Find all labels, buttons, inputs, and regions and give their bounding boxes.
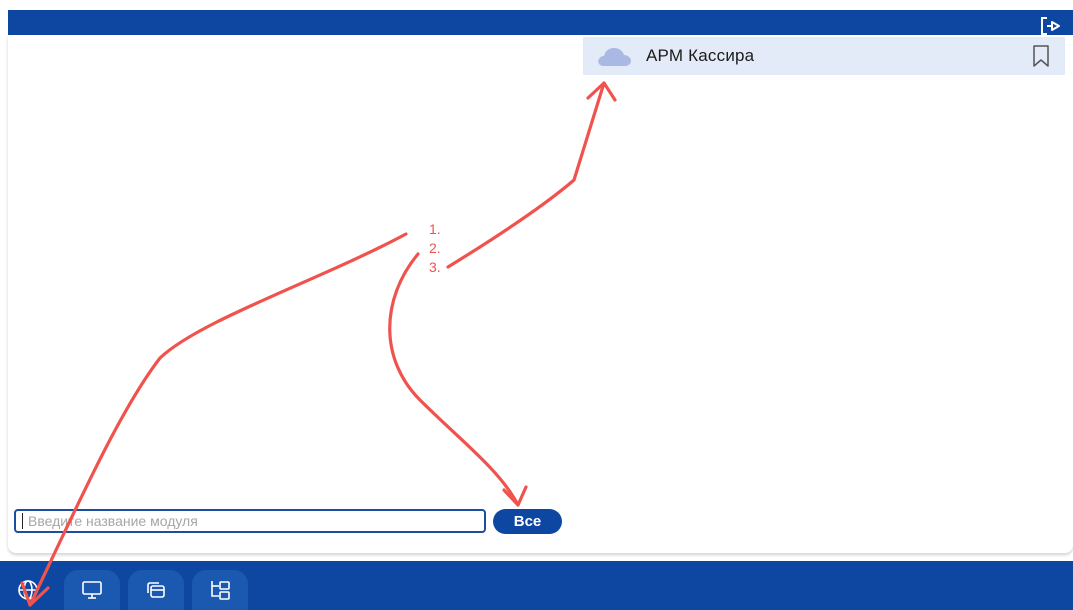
annotation-step-3: 3.	[429, 259, 441, 275]
modules-panel	[8, 35, 1073, 553]
tab-monitor[interactable]	[64, 570, 120, 610]
tree-icon	[211, 581, 230, 600]
tab-globe[interactable]	[0, 570, 56, 610]
tab-windows[interactable]	[128, 570, 184, 610]
text-caret	[22, 513, 23, 529]
module-search-input[interactable]	[14, 509, 486, 533]
bookmark-icon[interactable]	[1031, 45, 1051, 67]
app-window: АРМ Кассира Все	[0, 0, 1073, 610]
logout-icon	[1041, 17, 1060, 35]
tab-tree[interactable]	[192, 570, 248, 610]
logout-button[interactable]	[1039, 15, 1063, 37]
cloud-icon	[596, 45, 634, 67]
all-filter-button[interactable]: Все	[493, 509, 562, 534]
monitor-icon	[82, 581, 102, 599]
globe-icon	[18, 580, 38, 600]
module-item-label: АРМ Кассира	[646, 46, 755, 65]
windows-icon	[147, 582, 165, 598]
module-item-arm-kassira[interactable]: АРМ Кассира	[583, 37, 1065, 75]
annotation-step-2: 2.	[429, 240, 441, 256]
annotation-step-1: 1.	[429, 221, 441, 237]
top-bar	[8, 10, 1073, 35]
